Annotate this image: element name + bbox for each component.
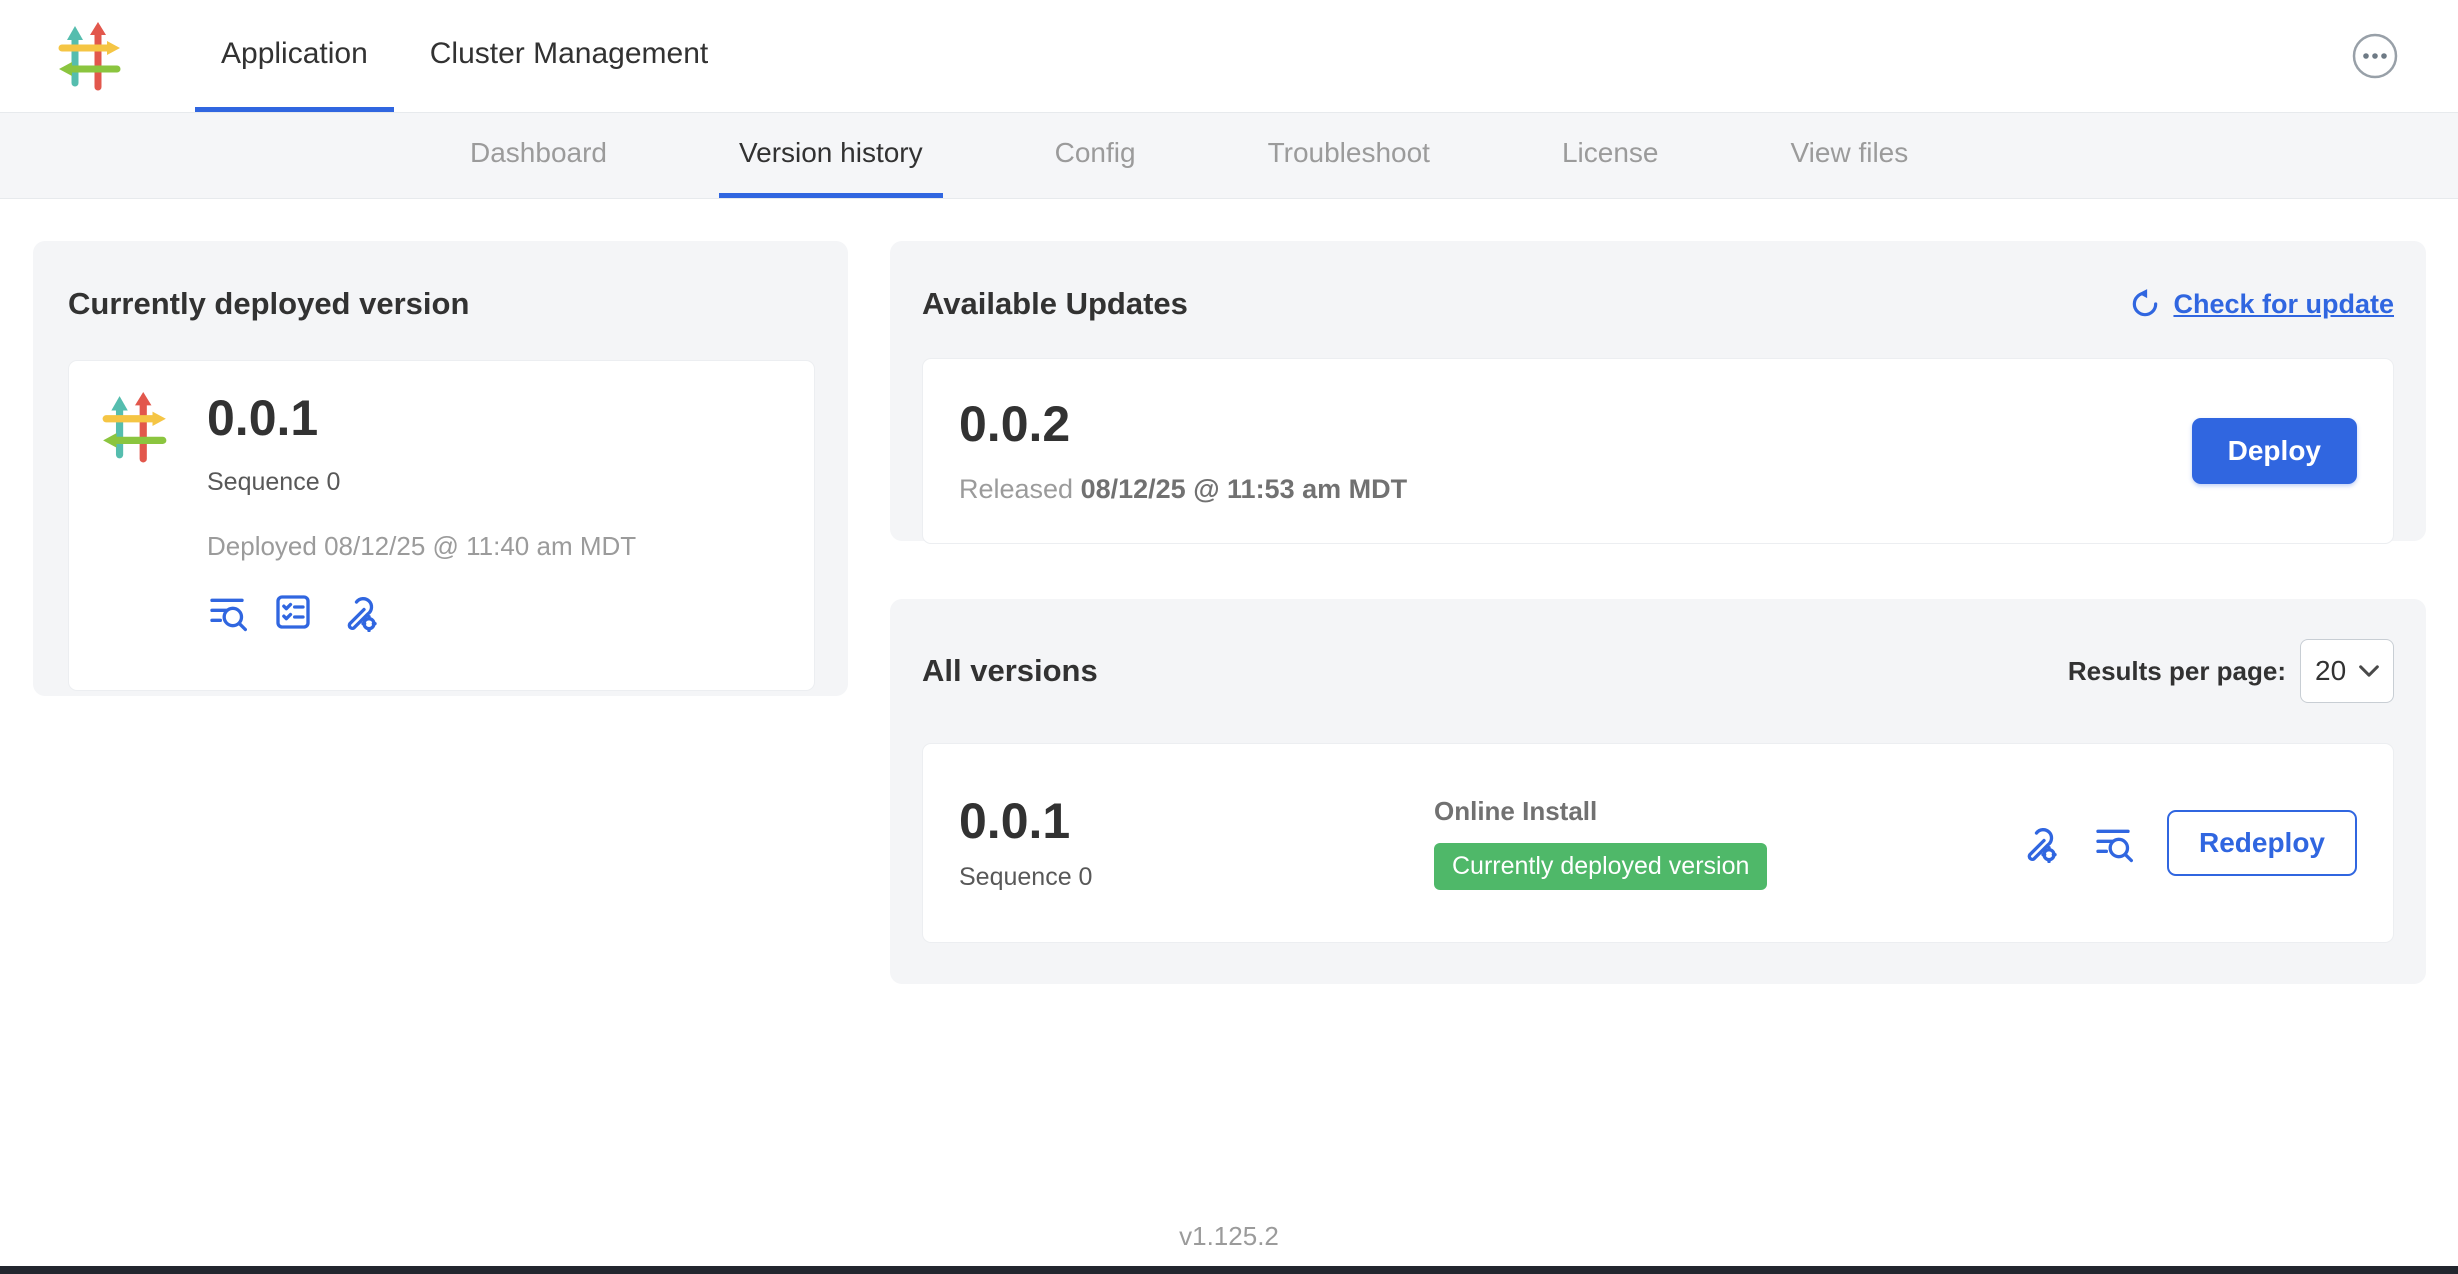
header-tabs: Application Cluster Management xyxy=(195,0,744,112)
subnav: Dashboard Version history Config Trouble… xyxy=(0,113,2458,199)
version-row-sequence: Sequence 0 xyxy=(959,863,1434,892)
deployed-version-panel: 0.0.1 Sequence 0 Deployed 08/12/25 @ 11:… xyxy=(68,360,815,691)
subnav-item-view-files[interactable]: View files xyxy=(1770,113,1928,198)
released-date: 08/12/25 @ 11:53 am MDT xyxy=(1081,474,1408,504)
subnav-dashboard-label: Dashboard xyxy=(470,137,607,169)
results-per-page-value: 20 xyxy=(2315,655,2346,687)
update-info: 0.0.2 Released 08/12/25 @ 11:53 am MDT xyxy=(959,397,1407,505)
edit-config-icon[interactable] xyxy=(2019,823,2059,863)
subnav-license-label: License xyxy=(1562,137,1659,169)
top-header: Application Cluster Management xyxy=(0,0,2458,113)
version-row: 0.0.1 Sequence 0 Online Install Currentl… xyxy=(922,743,2394,943)
preflight-checks-icon[interactable] xyxy=(273,592,313,632)
version-row-number: 0.0.1 xyxy=(959,794,1434,849)
check-for-update-link[interactable]: Check for update xyxy=(2129,288,2394,320)
check-for-update-label: Check for update xyxy=(2173,289,2394,320)
tab-application[interactable]: Application xyxy=(195,0,394,112)
redeploy-button[interactable]: Redeploy xyxy=(2167,810,2357,876)
left-column: Currently deployed version 0.0.1 xyxy=(33,241,848,696)
install-type-label: Online Install xyxy=(1434,796,2019,827)
version-row-status: Online Install Currently deployed versio… xyxy=(1434,796,2019,890)
results-per-page-select[interactable]: 20 xyxy=(2300,639,2394,703)
update-row: 0.0.2 Released 08/12/25 @ 11:53 am MDT D… xyxy=(922,358,2394,544)
main-content: Currently deployed version 0.0.1 xyxy=(0,199,2458,984)
chevron-down-icon xyxy=(2359,665,2379,677)
deployed-action-icons xyxy=(207,592,636,632)
deploy-button[interactable]: Deploy xyxy=(2192,418,2357,484)
subnav-view-files-label: View files xyxy=(1790,137,1908,169)
subnav-item-config[interactable]: Config xyxy=(1035,113,1156,198)
tab-application-label: Application xyxy=(221,37,368,71)
app-logo-icon xyxy=(99,391,171,463)
deployed-version-info: 0.0.1 Sequence 0 Deployed 08/12/25 @ 11:… xyxy=(207,391,636,660)
available-updates-card: Available Updates Check for update 0.0.2… xyxy=(890,241,2426,541)
subnav-troubleshoot-label: Troubleshoot xyxy=(1268,137,1430,169)
all-versions-card: All versions Results per page: 20 0.0. xyxy=(890,599,2426,984)
refresh-icon xyxy=(2129,288,2161,320)
deployed-version-number: 0.0.1 xyxy=(207,391,636,446)
tab-cluster-management-label: Cluster Management xyxy=(430,37,708,71)
released-prefix: Released xyxy=(959,474,1073,504)
console-version: v1.125.2 xyxy=(0,1221,2458,1252)
subnav-item-version-history[interactable]: Version history xyxy=(719,113,943,198)
currently-deployed-badge: Currently deployed version xyxy=(1434,843,1767,890)
results-per-page-group: Results per page: 20 xyxy=(2068,639,2394,703)
version-row-info: 0.0.1 Sequence 0 xyxy=(959,794,1434,892)
update-version-number: 0.0.2 xyxy=(959,397,1407,452)
tab-cluster-management[interactable]: Cluster Management xyxy=(404,0,734,112)
subnav-version-history-label: Version history xyxy=(739,137,923,169)
all-versions-title: All versions xyxy=(922,653,1098,689)
all-versions-header: All versions Results per page: 20 xyxy=(922,639,2394,703)
bottom-bar xyxy=(0,1266,2458,1274)
page: Application Cluster Management Dashboard… xyxy=(0,0,2458,1274)
currently-deployed-title: Currently deployed version xyxy=(68,286,815,322)
edit-config-icon[interactable] xyxy=(339,592,379,632)
view-logs-icon[interactable] xyxy=(207,592,247,632)
ellipsis-menu-icon[interactable] xyxy=(2350,31,2400,81)
subnav-item-dashboard[interactable]: Dashboard xyxy=(450,113,627,198)
app-logo-icon xyxy=(55,21,125,91)
update-released-line: Released 08/12/25 @ 11:53 am MDT xyxy=(959,474,1407,505)
available-updates-title: Available Updates xyxy=(922,286,1188,322)
subnav-item-troubleshoot[interactable]: Troubleshoot xyxy=(1248,113,1450,198)
app-logo-wrap xyxy=(55,0,125,112)
subnav-item-license[interactable]: License xyxy=(1542,113,1679,198)
right-column: Available Updates Check for update 0.0.2… xyxy=(890,241,2426,984)
deployed-sequence: Sequence 0 xyxy=(207,468,636,497)
deployed-timestamp: Deployed 08/12/25 @ 11:40 am MDT xyxy=(207,531,636,562)
version-row-actions: Redeploy xyxy=(2019,810,2357,876)
view-logs-icon[interactable] xyxy=(2093,823,2133,863)
currently-deployed-card: Currently deployed version 0.0.1 xyxy=(33,241,848,696)
available-updates-header: Available Updates Check for update xyxy=(922,286,2394,322)
subnav-config-label: Config xyxy=(1055,137,1136,169)
header-right xyxy=(2350,0,2400,112)
results-per-page-label: Results per page: xyxy=(2068,656,2286,687)
